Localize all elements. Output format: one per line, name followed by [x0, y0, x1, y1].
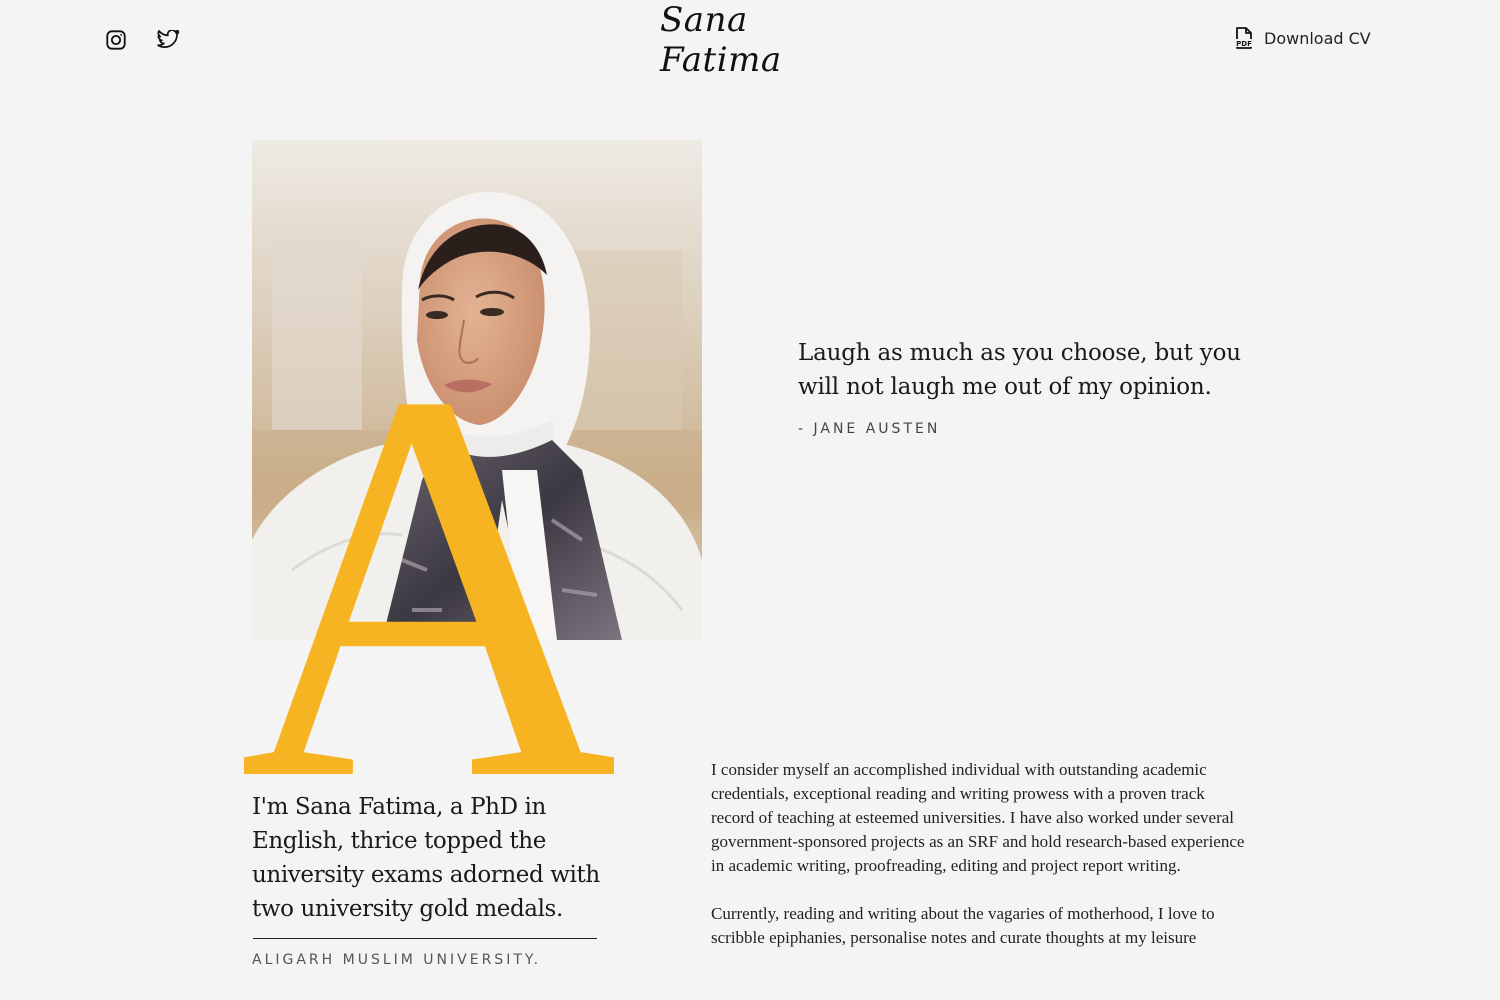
bio-paragraph: I consider myself an accomplished indivi…: [711, 760, 1245, 875]
divider: [253, 938, 597, 939]
pdf-file-icon: PDF: [1234, 27, 1254, 49]
site-logo[interactable]: Sana Fatima: [660, 0, 840, 80]
portrait-photo: [252, 140, 702, 640]
download-cv-button[interactable]: PDF Download CV: [1234, 27, 1371, 49]
instagram-icon: [106, 30, 126, 50]
download-cv-label: Download CV: [1264, 28, 1371, 48]
logo-text: Sana Fatima: [660, 0, 782, 80]
instagram-link[interactable]: [103, 27, 129, 53]
intro-statement: I'm Sana Fatima, a PhD in English, thric…: [252, 794, 600, 922]
site-header: Sana Fatima PDF Download CV: [0, 0, 1500, 80]
twitter-icon: [156, 30, 179, 48]
twitter-link[interactable]: [155, 27, 181, 53]
svg-text:PDF: PDF: [1236, 40, 1252, 48]
university-name: ALIGARH MUSLIM UNIVERSITY.: [252, 952, 542, 968]
quote-author: - JANE AUSTEN: [798, 421, 941, 437]
bio-text: I consider myself an accomplished indivi…: [711, 758, 1251, 974]
bio-paragraph: Currently, reading and writing about the…: [711, 904, 1215, 947]
hero-quote: Laugh as much as you choose, but you wil…: [798, 340, 1241, 400]
